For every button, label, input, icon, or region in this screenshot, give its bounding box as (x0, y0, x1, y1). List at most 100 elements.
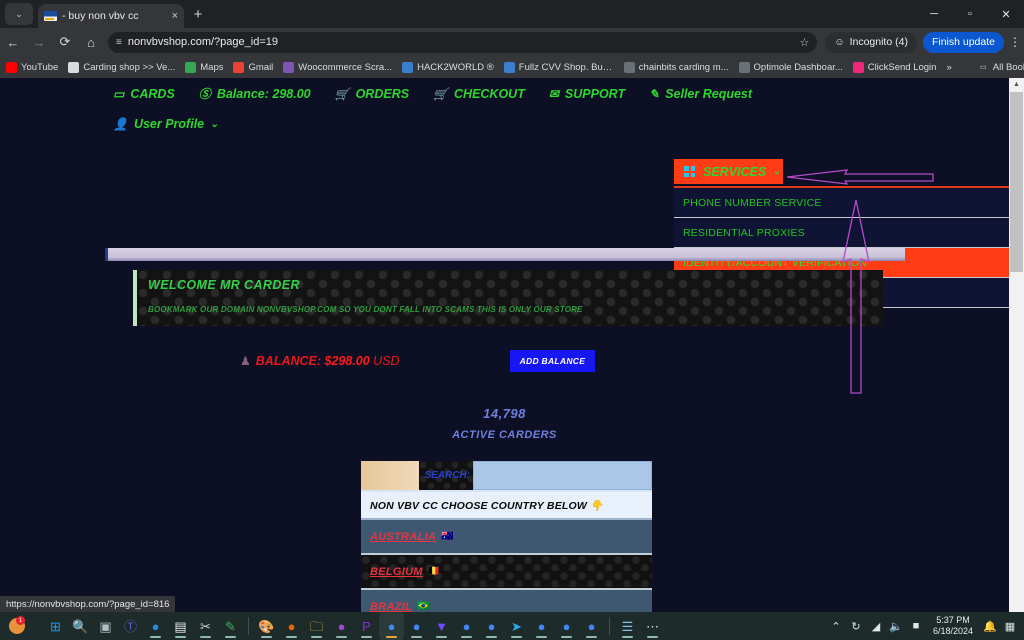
services-menu-item[interactable]: PHONE NUMBER SERVICE (674, 188, 1009, 218)
overflow-chevron-icon: » (946, 61, 952, 73)
colorful-app-icon[interactable]: ▦ (1000, 612, 1020, 640)
table-row[interactable]: AUSTRALIA 🇦🇺 (361, 520, 652, 555)
phoenix-icon[interactable]: P (354, 612, 379, 640)
bookmark-label: Gmail (248, 61, 274, 73)
minimize-button[interactable]: ─ (916, 0, 952, 28)
nav-item-balance-298-00[interactable]: Ⓢ Balance: 298.00 (199, 87, 311, 101)
bookmark-label: Carding shop >> Ve... (83, 61, 176, 73)
forward-button[interactable]: → (26, 29, 52, 55)
shop-icon (503, 61, 515, 73)
firefox-icon[interactable]: ● (279, 612, 304, 640)
nav-item-support[interactable]: ✉ SUPPORT (549, 87, 625, 101)
browser-tab[interactable]: - buy non vbv cc × (38, 4, 184, 28)
nav-item-user-profile[interactable]: 👤 User Profile ⌄ (113, 117, 219, 131)
bookmark-item[interactable]: ClickSend Login (852, 61, 936, 73)
notes-icon[interactable]: ☰ (615, 612, 640, 640)
clock[interactable]: 5:37 PM 6/18/2024 (933, 615, 973, 637)
cart-icon: 🛒 (433, 87, 449, 101)
bookmark-item[interactable]: Woocommerce Scra... (283, 61, 392, 73)
balance-suffix: USD (369, 354, 400, 368)
services-menu-item-label: PHONE NUMBER SERVICE (683, 196, 822, 209)
services-menu-item-label: RESIDENTIAL PROXIES (683, 226, 805, 239)
add-balance-button[interactable]: ADD BALANCE (509, 350, 596, 372)
edge-icon[interactable]: ● (143, 612, 168, 640)
bookmark-item[interactable]: Fullz CVV Shop. Buy... (503, 61, 614, 73)
reload-button[interactable]: ⟳ (52, 29, 78, 55)
notepad-icon[interactable]: ✎ (218, 612, 243, 640)
bookmark-label: Fullz CVV Shop. Buy... (518, 61, 614, 73)
file-explorer-icon[interactable]: 🗀 (304, 612, 329, 640)
page-scrollbar[interactable]: ▲ ▼ (1009, 78, 1024, 624)
start-button[interactable]: ⊞ (43, 612, 68, 640)
site-settings-icon[interactable]: ≡ (116, 37, 122, 48)
overflow-icon[interactable]: ⋯ (640, 612, 665, 640)
bookmark-star-icon[interactable]: ☆ (799, 36, 809, 49)
volume-icon[interactable]: 🔈 (886, 612, 906, 640)
nav-item-seller-request[interactable]: ✎ Seller Request (649, 87, 752, 101)
maximize-button[interactable]: ▫ (952, 0, 988, 28)
finish-update-button[interactable]: Finish update (922, 31, 1004, 53)
tor-browser-icon[interactable]: ● (329, 612, 354, 640)
bookmark-item[interactable]: Maps (185, 61, 223, 73)
snipping-tool-icon[interactable]: ✂ (193, 612, 218, 640)
chrome-icon-3[interactable]: ● (454, 612, 479, 640)
protonvpn-icon[interactable]: ▼ (429, 612, 454, 640)
nav-item-label: SUPPORT (564, 87, 626, 101)
window-close-button[interactable]: ✕ (988, 0, 1024, 28)
search-input[interactable] (473, 461, 652, 490)
bookmark-item[interactable]: Gmail (233, 61, 274, 73)
back-button[interactable]: ← (0, 29, 26, 55)
sync-icon[interactable]: ↻ (846, 612, 866, 640)
telegram-icon[interactable]: ➤ (504, 612, 529, 640)
tab-search-chevron-icon[interactable]: ⌄ (5, 3, 33, 25)
notifications-bell-icon[interactable]: 🔔 (980, 612, 1000, 640)
store-icon[interactable]: ▤ (168, 612, 193, 640)
battery-icon[interactable]: ■ (906, 612, 926, 640)
teams-icon[interactable]: Ⓣ (118, 612, 143, 640)
bookmark-item[interactable]: Optimole Dashboar... (738, 61, 843, 73)
tray-chevron-icon[interactable]: ⌃ (826, 612, 846, 640)
bookmark-item[interactable]: HACK2WORLD ® (402, 61, 494, 73)
overflow-icon-glyph: ⋯ (646, 618, 659, 634)
nav-item-cards[interactable]: ▭ CARDS (113, 87, 175, 101)
bookmark-item[interactable]: YouTube (6, 61, 58, 73)
balance-prefix: BALANCE: (255, 354, 325, 368)
wifi-icon[interactable]: ◢ (866, 612, 886, 640)
scrollbar-thumb[interactable] (1010, 92, 1023, 272)
nav-item-orders[interactable]: 🛒 ORDERS (335, 87, 409, 101)
scrollbar-up-arrow[interactable]: ▲ (1009, 78, 1024, 92)
bookmark-item[interactable]: chainbits carding m... (623, 61, 729, 73)
clock-time: 5:37 PM (936, 615, 970, 625)
woocommerce-icon (283, 61, 295, 73)
counter-number: 14,798 (483, 406, 526, 421)
close-icon[interactable]: × (168, 10, 178, 22)
new-tab-button[interactable]: + (188, 5, 208, 25)
chrome-icon-7[interactable]: ● (579, 612, 604, 640)
task-view-icon[interactable]: ▣ (93, 612, 118, 640)
incognito-indicator[interactable]: ☺ Incognito (4) (825, 31, 917, 53)
all-bookmarks-button[interactable]: ▭ All Bookmarks (978, 62, 1024, 73)
nav-item-checkout[interactable]: 🛒 CHECKOUT (433, 87, 525, 101)
paint-icon[interactable]: 🎨 (254, 612, 279, 640)
browser-menu-button[interactable]: ⋮ (1006, 29, 1024, 55)
bookmarks-overflow-button[interactable]: » (946, 62, 951, 73)
address-bar[interactable]: ≡ nonvbvshop.com/?page_id=19 ☆ (108, 31, 818, 53)
chrome-icon-active[interactable]: ● (379, 612, 404, 640)
services-menu-item[interactable]: RESIDENTIAL PROXIES (674, 218, 1009, 248)
chrome-icon-5[interactable]: ● (529, 612, 554, 640)
bookmark-item[interactable]: Carding shop >> Ve... (68, 61, 176, 73)
clock-date: 6/18/2024 (932, 626, 973, 636)
chrome-icon-4[interactable]: ● (479, 612, 504, 640)
chrome-icon-2[interactable]: ● (404, 612, 429, 640)
phoenix-icon-glyph: P (362, 618, 371, 634)
chrome-icon-6[interactable]: ● (554, 612, 579, 640)
country-link[interactable]: BRAZIL (370, 601, 412, 613)
mail-icon: ✉ (548, 87, 559, 101)
nav-item-services[interactable]: SERVICES ⌄ (674, 159, 783, 184)
country-link[interactable]: BELGIUM (370, 566, 423, 578)
table-row[interactable]: BELGIUM 🇧🇪 (361, 555, 652, 590)
home-button[interactable]: ⌂ (78, 29, 104, 55)
search-icon[interactable]: 🔍 (68, 612, 93, 640)
user-account-icon[interactable]: 1 (4, 612, 29, 640)
country-link[interactable]: AUSTRALIA (370, 531, 436, 543)
